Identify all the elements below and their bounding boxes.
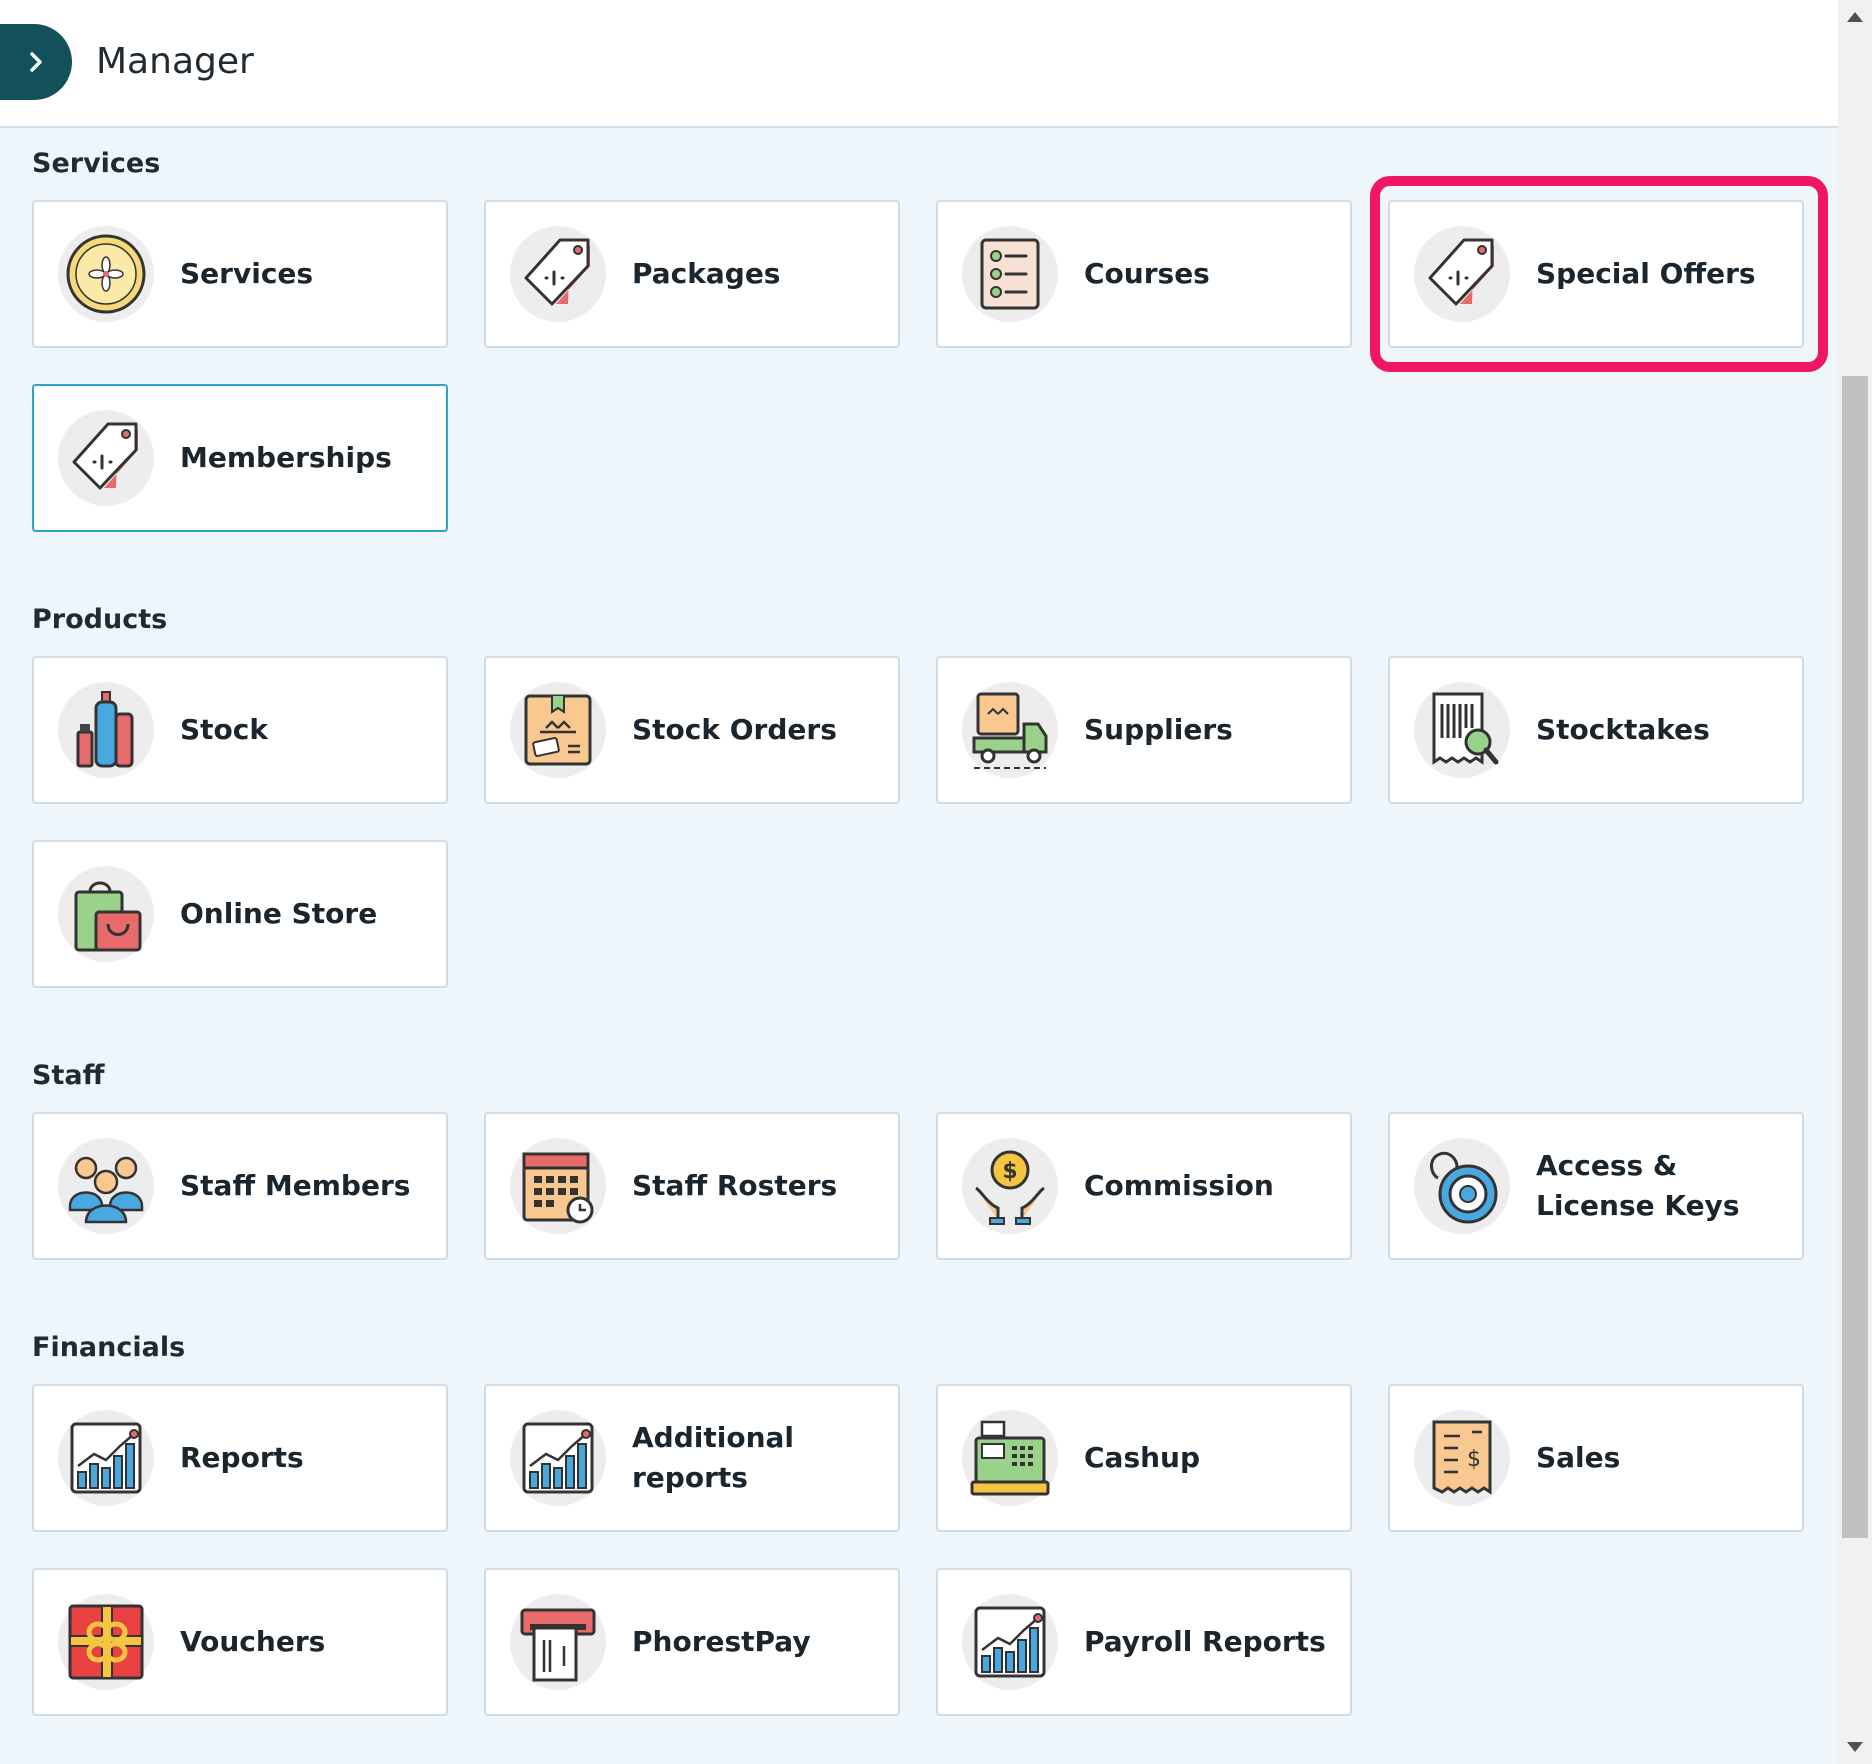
box-icon — [510, 682, 606, 778]
price-tag-icon — [58, 410, 154, 506]
page-title: Manager — [96, 41, 254, 82]
section-title-staff: Staff — [32, 1060, 105, 1091]
tile-label: Access & License Keys — [1536, 1149, 1740, 1222]
tile-label: Stock Orders — [632, 713, 837, 746]
tile-label: Staff Rosters — [632, 1169, 838, 1202]
tile-access-license-keys[interactable]: Access & License Keys — [1388, 1112, 1804, 1260]
tile-stock-orders[interactable]: Stock Orders — [484, 656, 900, 804]
card-terminal-icon — [510, 1594, 606, 1690]
section-title-services: Services — [32, 148, 161, 179]
barcode-search-icon — [1414, 682, 1510, 778]
tile-label: Online Store — [180, 897, 378, 930]
tile-label: Vouchers — [180, 1625, 326, 1658]
chart-icon — [510, 1410, 606, 1506]
people-icon — [58, 1138, 154, 1234]
hands-coin-icon: $ — [962, 1138, 1058, 1234]
tile-label: PhorestPay — [632, 1625, 811, 1658]
chevron-right-icon — [30, 52, 42, 72]
gift-icon — [58, 1594, 154, 1690]
tile-sales[interactable]: $ Sales — [1388, 1384, 1804, 1532]
tile-stock[interactable]: Stock — [32, 656, 448, 804]
flower-clock-icon — [58, 226, 154, 322]
expand-sidebar-button[interactable] — [0, 24, 72, 100]
section-title-products: Products — [32, 604, 168, 635]
scroll-thumb[interactable] — [1842, 376, 1868, 1538]
tile-cashup[interactable]: Cashup — [936, 1384, 1352, 1532]
scroll-up-icon[interactable] — [1847, 12, 1863, 22]
tile-courses[interactable]: Courses — [936, 200, 1352, 348]
tile-stocktakes[interactable]: Stocktakes — [1388, 656, 1804, 804]
calendar-icon — [510, 1138, 606, 1234]
tile-services[interactable]: Services — [32, 200, 448, 348]
highlight-box — [1370, 176, 1828, 372]
tile-label: Memberships — [180, 441, 392, 474]
tile-additional-reports[interactable]: Additional reports — [484, 1384, 900, 1532]
chart-icon — [58, 1410, 154, 1506]
tile-label: Additional reports — [632, 1421, 794, 1494]
tile-label: Packages — [632, 257, 781, 290]
cash-register-icon — [962, 1410, 1058, 1506]
section-title-financials: Financials — [32, 1332, 186, 1363]
tile-label: Reports — [180, 1441, 304, 1474]
tile-label: Commission — [1084, 1169, 1274, 1202]
scroll-down-icon[interactable] — [1847, 1742, 1863, 1752]
tile-memberships[interactable]: Memberships — [32, 384, 448, 532]
tile-staff-rosters[interactable]: Staff Rosters — [484, 1112, 900, 1260]
tile-staff-members[interactable]: Staff Members — [32, 1112, 448, 1260]
tile-online-store[interactable]: Online Store — [32, 840, 448, 988]
tile-commission[interactable]: $ Commission — [936, 1112, 1352, 1260]
checklist-icon — [962, 226, 1058, 322]
tile-label: Staff Members — [180, 1169, 411, 1202]
receipt-icon: $ — [1414, 1410, 1510, 1506]
tile-payroll-reports[interactable]: Payroll Reports — [936, 1568, 1352, 1716]
tile-vouchers[interactable]: Vouchers — [32, 1568, 448, 1716]
tile-label: Stock — [180, 713, 269, 746]
tile-phorestpay[interactable]: PhorestPay — [484, 1568, 900, 1716]
delivery-truck-icon — [962, 682, 1058, 778]
key-lock-icon — [1414, 1138, 1510, 1234]
top-bar: Manager — [0, 0, 1838, 128]
tile-label: Services — [180, 257, 314, 290]
chart-icon — [962, 1594, 1058, 1690]
tile-reports[interactable]: Reports — [32, 1384, 448, 1532]
tile-label: Cashup — [1084, 1441, 1201, 1474]
tile-packages[interactable]: Packages — [484, 200, 900, 348]
vertical-scrollbar[interactable] — [1838, 0, 1872, 1764]
tile-label: Courses — [1084, 257, 1210, 290]
shopping-bags-icon — [58, 866, 154, 962]
tile-label: Payroll Reports — [1084, 1625, 1326, 1658]
cosmetics-icon — [58, 682, 154, 778]
tile-label: Sales — [1536, 1441, 1621, 1474]
price-tag-icon — [510, 226, 606, 322]
svg-text:$: $ — [1002, 1159, 1017, 1184]
tile-label: Stocktakes — [1536, 713, 1710, 746]
tile-label: Suppliers — [1084, 713, 1233, 746]
svg-text:$: $ — [1467, 1447, 1481, 1472]
tile-suppliers[interactable]: Suppliers — [936, 656, 1352, 804]
